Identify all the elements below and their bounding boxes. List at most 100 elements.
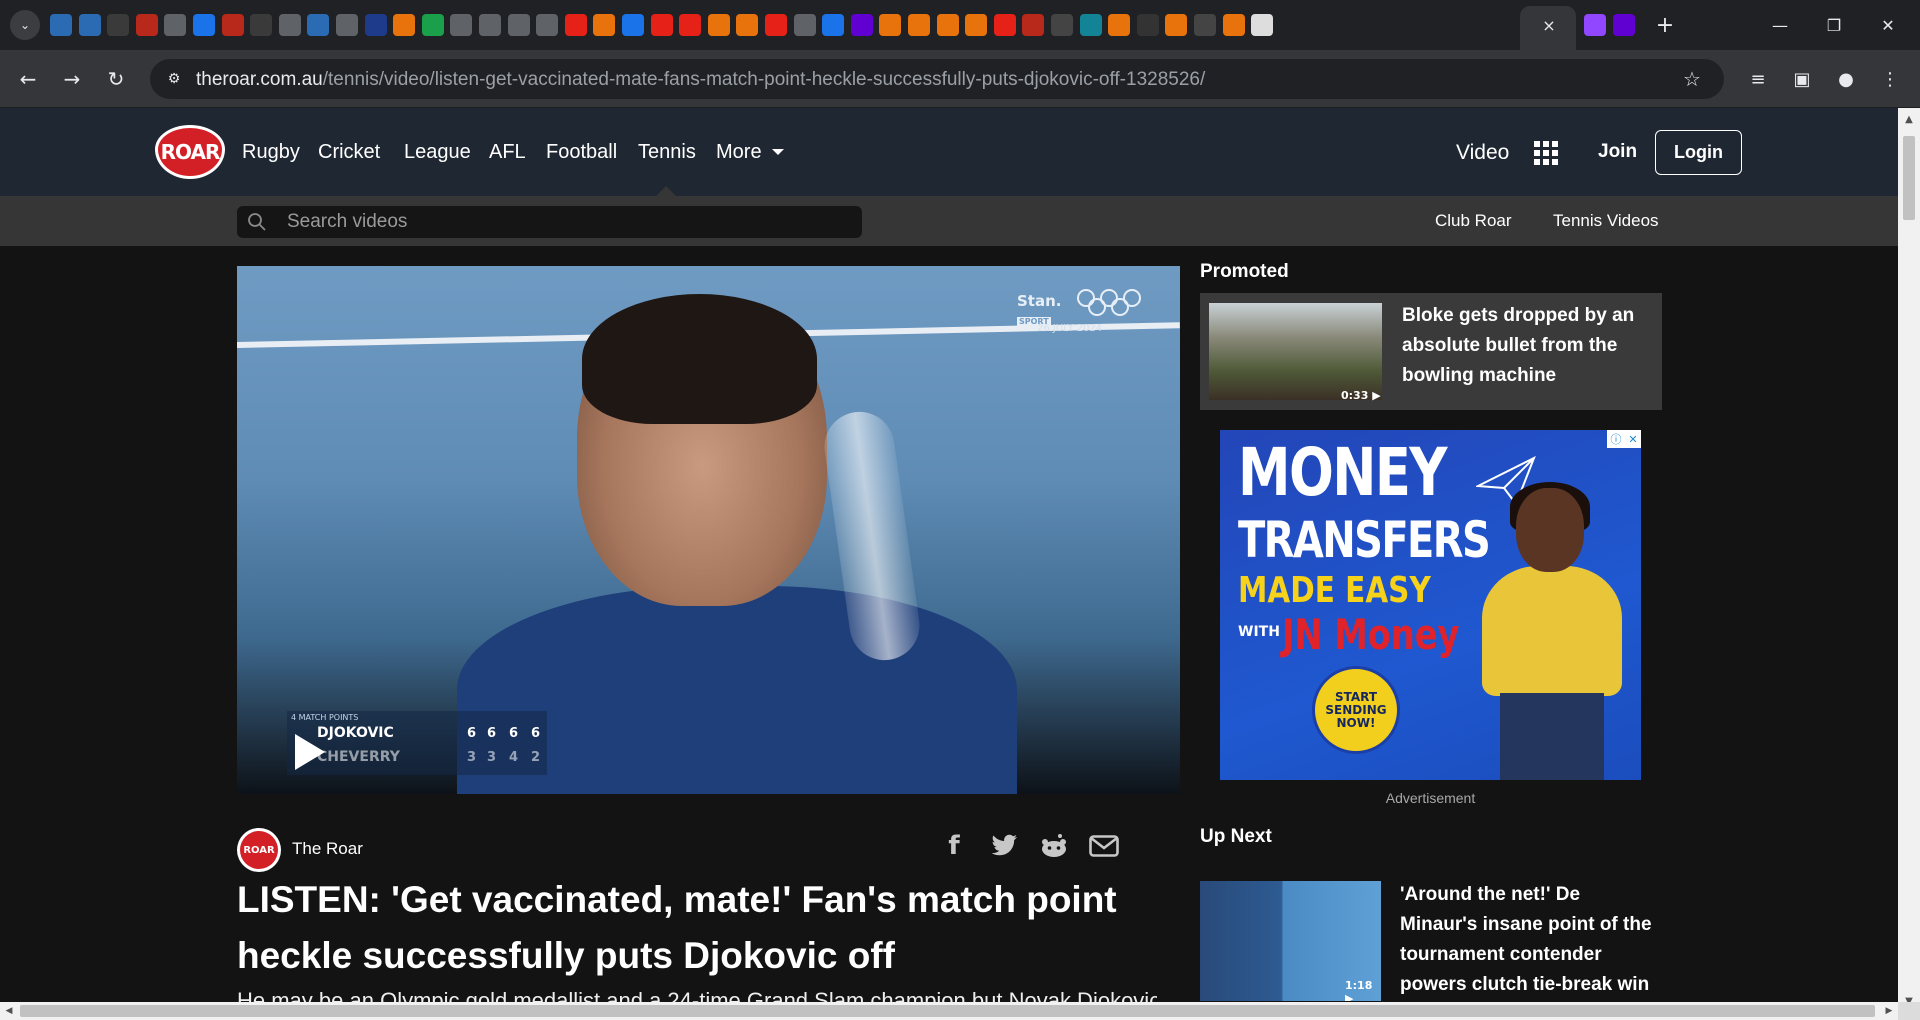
- join-link[interactable]: Join: [1598, 141, 1637, 163]
- nav-league[interactable]: League: [404, 141, 471, 164]
- forward-button[interactable]: →: [56, 63, 88, 95]
- promoted-video-card[interactable]: 0:33 ▶ Bloke gets dropped by an absolute…: [1200, 293, 1662, 410]
- restore-button[interactable]: ❐: [1804, 0, 1864, 50]
- bi-tab-icon[interactable]: [135, 14, 158, 36]
- shield-tab-icon[interactable]: [50, 14, 72, 36]
- bookmark-tab-icon[interactable]: [908, 14, 930, 36]
- bookmark-tab-icon[interactable]: [1108, 14, 1131, 36]
- bookmark-tab-icon[interactable]: [593, 14, 616, 36]
- bookmark-star-icon[interactable]: ☆: [1678, 65, 1706, 93]
- yahoo-tab-icon[interactable]: [850, 14, 873, 36]
- search-tab-icon[interactable]: [193, 14, 215, 36]
- c-tab-icon[interactable]: [822, 14, 845, 36]
- active-tab[interactable]: ×: [1520, 6, 1576, 50]
- close-window-button[interactable]: ✕: [1858, 0, 1918, 50]
- youtube-tab-icon[interactable]: [765, 14, 787, 36]
- menu-kebab-icon[interactable]: ⋮: [1876, 65, 1904, 93]
- play-tab-icon[interactable]: [250, 14, 273, 36]
- search-videos-input[interactable]: Search videos: [237, 206, 862, 238]
- shield-tab-icon[interactable]: [78, 14, 101, 36]
- globe-tab-icon[interactable]: [450, 14, 473, 36]
- yahoo-tab-icon[interactable]: [1612, 14, 1635, 36]
- twitch-tab-icon[interactable]: [1584, 14, 1606, 36]
- reading-list-icon[interactable]: ≡: [1744, 65, 1772, 93]
- video-link[interactable]: Video: [1456, 141, 1509, 165]
- side-panel-icon[interactable]: ▣: [1788, 65, 1816, 93]
- play-tab-icon[interactable]: [107, 14, 130, 36]
- back-button[interactable]: ←: [12, 63, 44, 95]
- nav-cricket[interactable]: Cricket: [318, 141, 380, 164]
- nav-tennis[interactable]: Tennis: [638, 141, 696, 164]
- globe-tab-icon[interactable]: [278, 14, 301, 36]
- paper-tab-icon[interactable]: [1251, 14, 1274, 36]
- play-icon[interactable]: [295, 734, 325, 770]
- youtube-tab-icon[interactable]: [650, 14, 673, 36]
- globe-tab-icon[interactable]: [507, 14, 530, 36]
- nav-rugby[interactable]: Rugby: [242, 141, 300, 164]
- bookmark-tab-icon[interactable]: [936, 14, 959, 36]
- s-tab-icon[interactable]: [1079, 14, 1102, 36]
- vertical-scroll-thumb[interactable]: [1903, 136, 1915, 220]
- spider-tab-icon[interactable]: [1136, 14, 1159, 36]
- scroll-left-arrow[interactable]: ◀: [0, 1002, 18, 1020]
- apps-grid-icon[interactable]: [1534, 141, 1558, 165]
- nav-football[interactable]: Football: [546, 141, 617, 164]
- youtube-tab-icon[interactable]: [993, 14, 1016, 36]
- login-button[interactable]: Login: [1655, 130, 1742, 175]
- mic-tab-icon[interactable]: [679, 14, 702, 36]
- nav-more[interactable]: More: [716, 141, 762, 164]
- horizontal-scrollbar[interactable]: ◀ ▶: [0, 1002, 1898, 1020]
- globe-tab-icon[interactable]: [336, 14, 358, 36]
- o-tab-icon[interactable]: [1194, 14, 1216, 36]
- shield-orange-tab-icon[interactable]: [393, 14, 416, 36]
- ad-choices-badge[interactable]: ⓘ ✕: [1607, 430, 1641, 448]
- youtube-tab-icon[interactable]: [564, 14, 587, 36]
- promo-title[interactable]: Bloke gets dropped by an absolute bullet…: [1402, 301, 1652, 391]
- email-icon[interactable]: [1088, 830, 1120, 862]
- next-video-title[interactable]: 'Around the net!' De Minaur's insane poi…: [1400, 880, 1662, 1000]
- url-text[interactable]: theroar.com.au/tennis/video/listen-get-v…: [196, 69, 1205, 91]
- bookmark-tab-icon[interactable]: [879, 14, 902, 36]
- promo-thumbnail[interactable]: 0:33 ▶: [1209, 303, 1382, 402]
- author-avatar[interactable]: ROAR: [237, 828, 281, 872]
- author-name[interactable]: The Roar: [292, 839, 363, 859]
- profile-icon[interactable]: ●: [1832, 65, 1860, 93]
- shield-tab-icon[interactable]: [307, 14, 330, 36]
- twitter-icon[interactable]: [988, 830, 1020, 862]
- ad-close-icon[interactable]: ✕: [1628, 433, 1637, 446]
- ad-cta-badge[interactable]: START SENDING NOW!: [1312, 666, 1400, 754]
- nav-afl[interactable]: AFL: [489, 141, 526, 164]
- tennis-videos-link[interactable]: Tennis Videos: [1553, 211, 1659, 231]
- facebook-icon[interactable]: f: [938, 830, 970, 862]
- globe-tab-icon[interactable]: [164, 14, 187, 36]
- vertical-scrollbar[interactable]: ▲ ▼: [1898, 108, 1920, 1012]
- bookmark-tab-icon[interactable]: [1165, 14, 1188, 36]
- globe-tab-icon[interactable]: [536, 14, 559, 36]
- bookmark-tab-icon[interactable]: [1222, 14, 1245, 36]
- scroll-right-arrow[interactable]: ▶: [1880, 1002, 1898, 1020]
- g-tab-icon[interactable]: [421, 14, 444, 36]
- ad-info-icon[interactable]: ⓘ: [1610, 431, 1621, 447]
- site-info-icon[interactable]: ⚙: [160, 65, 188, 93]
- address-bar[interactable]: ⚙ theroar.com.au/tennis/video/listen-get…: [150, 59, 1724, 99]
- video-player[interactable]: Stan. SPORT 26 JULY 2024 4 MATCH POINTS D…: [237, 266, 1180, 794]
- reload-button[interactable]: ↻: [100, 63, 132, 95]
- tab-close-icon[interactable]: ×: [1538, 14, 1560, 36]
- r-tab-icon[interactable]: [1051, 14, 1073, 36]
- roar-logo[interactable]: ROAR: [155, 125, 225, 179]
- bookmark-tab-icon[interactable]: [736, 14, 759, 36]
- advertisement-banner[interactable]: MONEY TRANSFERS MADE EASY WITH JN Money …: [1220, 430, 1641, 780]
- cube-tab-icon[interactable]: [364, 14, 387, 36]
- tab-search-button[interactable]: ⌄: [10, 10, 40, 40]
- next-video-thumbnail[interactable]: 1:18 ▶: [1200, 881, 1381, 1001]
- tm-tab-icon[interactable]: [793, 14, 816, 36]
- bookmark-tab-icon[interactable]: [965, 14, 988, 36]
- scroll-up-arrow[interactable]: ▲: [1898, 108, 1920, 130]
- search-tab-icon[interactable]: [622, 14, 644, 36]
- bookmark-tab-icon[interactable]: [707, 14, 730, 36]
- reddit-icon[interactable]: [1038, 830, 1070, 862]
- club-roar-link[interactable]: Club Roar: [1435, 211, 1512, 231]
- new-tab-button[interactable]: +: [1652, 12, 1678, 38]
- bi-tab-icon[interactable]: [1022, 14, 1045, 36]
- minimize-button[interactable]: —: [1750, 0, 1810, 50]
